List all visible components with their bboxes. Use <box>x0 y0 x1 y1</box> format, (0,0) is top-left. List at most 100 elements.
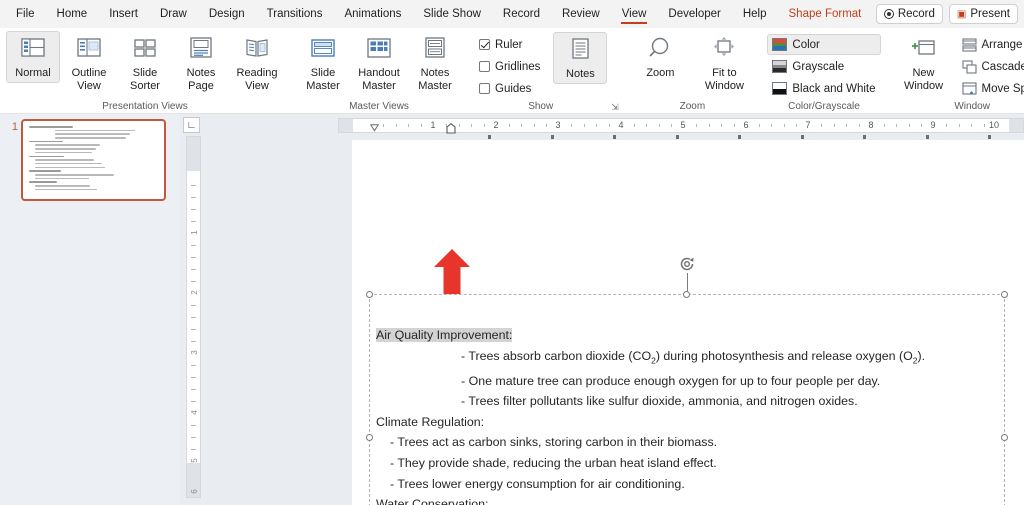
group-body: Zoom Fit to Window <box>629 31 755 100</box>
outline-view-button[interactable]: Outline View <box>62 31 116 95</box>
slide-sorter-label: Slide Sorter <box>130 67 160 92</box>
notes-button[interactable]: Notes <box>553 32 608 84</box>
hruler-tick-4: 4 <box>618 120 624 130</box>
black-white-swatch-icon <box>772 82 788 95</box>
color-swatch-icon <box>772 38 788 51</box>
resize-handle-w[interactable] <box>366 434 373 441</box>
tab-file[interactable]: File <box>0 0 46 28</box>
present-in-teams-icon: ▣ <box>956 8 967 20</box>
group-label-window: Window <box>954 101 990 112</box>
cascade-row[interactable]: Cascade <box>957 56 1024 77</box>
checkbox-unchecked-icon[interactable] <box>479 61 490 72</box>
slide-sorter-button[interactable]: Slide Sorter <box>118 31 172 95</box>
hruler-tick-5: 5 <box>680 120 686 130</box>
tab-record[interactable]: Record <box>492 0 551 28</box>
slide-line: Climate Regulation: <box>376 414 485 429</box>
tab-review[interactable]: Review <box>551 0 611 28</box>
vruler-tick-1: 1 <box>190 230 199 235</box>
magnifier-icon <box>644 35 676 65</box>
vertical-ruler[interactable]: 1 2 3 4 5 6 <box>186 136 201 498</box>
tab-shape-format[interactable]: Shape Format <box>778 0 873 28</box>
cascade-icon <box>961 59 977 74</box>
color-option-list: Color Grayscale Black and White <box>767 31 881 99</box>
grayscale-option-row[interactable]: Grayscale <box>767 56 880 77</box>
new-window-icon <box>908 35 940 65</box>
tab-design[interactable]: Design <box>198 0 256 28</box>
first-line-indent-marker[interactable] <box>369 119 380 132</box>
color-option-row[interactable]: Color <box>767 34 881 55</box>
tab-label: Transitions <box>266 8 323 20</box>
group-label-color-grayscale: Color/Grayscale <box>788 101 860 112</box>
notes-page-button[interactable]: Notes Page <box>174 31 228 95</box>
black-white-option-row[interactable]: Black and White <box>767 78 880 99</box>
record-circle-icon <box>883 9 894 19</box>
tab-developer[interactable]: Developer <box>657 0 731 28</box>
window-option-list: Arrange All Cascade Move Split <box>957 31 1024 99</box>
show-dialog-launcher-icon[interactable]: ⇲ <box>609 102 620 113</box>
hruler-tick-9: 9 <box>930 120 936 130</box>
notes-master-button[interactable]: Notes Master <box>408 31 462 95</box>
new-window-button[interactable]: New Window <box>893 31 955 95</box>
slide-body-text[interactable]: Air Quality Improvement: - Trees absorb … <box>376 325 1016 505</box>
record-button-label: Record <box>897 8 935 20</box>
tab-label: Home <box>56 8 88 20</box>
slide-thumbnail-pane[interactable]: 1 <box>0 114 180 505</box>
tab-home[interactable]: Home <box>46 0 99 28</box>
slide-thumbnail-1[interactable] <box>21 119 166 201</box>
tab-insert[interactable]: Insert <box>98 0 149 28</box>
outline-view-icon <box>73 35 105 65</box>
slide-line: - Trees absorb carbon dioxide (CO2) duri… <box>461 348 926 366</box>
outline-view-label: Outline View <box>71 67 107 92</box>
checkbox-unchecked-icon[interactable] <box>479 83 490 94</box>
hruler-tick-7: 7 <box>805 120 811 130</box>
new-window-label: New Window <box>903 67 944 92</box>
gridlines-checkbox-row[interactable]: Gridlines <box>474 56 545 77</box>
tab-stop-selector[interactable]: ∟ <box>183 117 200 133</box>
resize-handle-nw[interactable] <box>366 291 373 298</box>
slide-line: - Trees lower energy consumption for air… <box>390 476 685 491</box>
tab-view[interactable]: View <box>611 0 658 28</box>
ribbon-group-window: New Window Arrange All Cascade <box>887 28 1024 114</box>
resize-handle-ne[interactable] <box>1001 291 1008 298</box>
present-button[interactable]: ▣ Present <box>948 4 1018 24</box>
vruler-tick-4: 4 <box>190 410 199 415</box>
resize-handle-n[interactable] <box>683 291 690 298</box>
tab-draw[interactable]: Draw <box>149 0 198 28</box>
tab-help[interactable]: Help <box>732 0 778 28</box>
rotate-icon[interactable] <box>678 255 696 273</box>
move-split-row[interactable]: Move Split <box>957 78 1024 99</box>
reading-view-button[interactable]: Reading View <box>230 31 284 95</box>
tab-label: Review <box>561 8 600 20</box>
ribbon-group-presentation-views: Normal Outline View Slide Sorter Notes P… <box>0 28 290 114</box>
horizontal-ruler[interactable]: 1 2 3 4 5 6 7 8 9 10 <box>338 118 1024 139</box>
fit-to-window-button[interactable]: Fit to Window <box>693 31 755 95</box>
vruler-tick-6: 6 <box>190 489 199 494</box>
notes-icon <box>564 36 596 66</box>
slide-line: Air Quality Improvement: <box>376 325 1016 346</box>
normal-view-icon <box>17 35 49 65</box>
group-body: Normal Outline View Slide Sorter Notes P… <box>6 31 284 100</box>
hanging-indent-marker[interactable] <box>446 121 456 134</box>
checkbox-checked-icon[interactable] <box>479 39 490 50</box>
handout-master-button[interactable]: Handout Master <box>352 31 406 95</box>
fit-to-window-icon <box>708 35 740 65</box>
record-button[interactable]: Record <box>875 4 943 24</box>
arrange-all-row[interactable]: Arrange All <box>957 34 1024 55</box>
slide-master-icon <box>307 35 339 65</box>
tab-transitions[interactable]: Transitions <box>256 0 334 28</box>
tab-slide-show[interactable]: Slide Show <box>412 0 492 28</box>
ruler-checkbox-row[interactable]: Ruler <box>474 34 545 55</box>
slide-master-button[interactable]: Slide Master <box>296 31 350 95</box>
tab-animations[interactable]: Animations <box>333 0 412 28</box>
guides-label: Guides <box>495 82 532 95</box>
guides-checkbox-row[interactable]: Guides <box>474 78 545 99</box>
notes-page-label: Notes Page <box>186 67 216 92</box>
tab-label: Record <box>502 8 540 20</box>
normal-view-button[interactable]: Normal <box>6 31 60 83</box>
gridlines-label: Gridlines <box>495 60 541 73</box>
zoom-button[interactable]: Zoom <box>629 31 691 83</box>
slide-canvas[interactable]: Air Quality Improvement: - Trees absorb … <box>352 140 1024 505</box>
tab-label: Developer <box>668 8 721 20</box>
thumbnail-row: 1 <box>7 119 177 201</box>
notes-master-icon <box>419 35 451 65</box>
